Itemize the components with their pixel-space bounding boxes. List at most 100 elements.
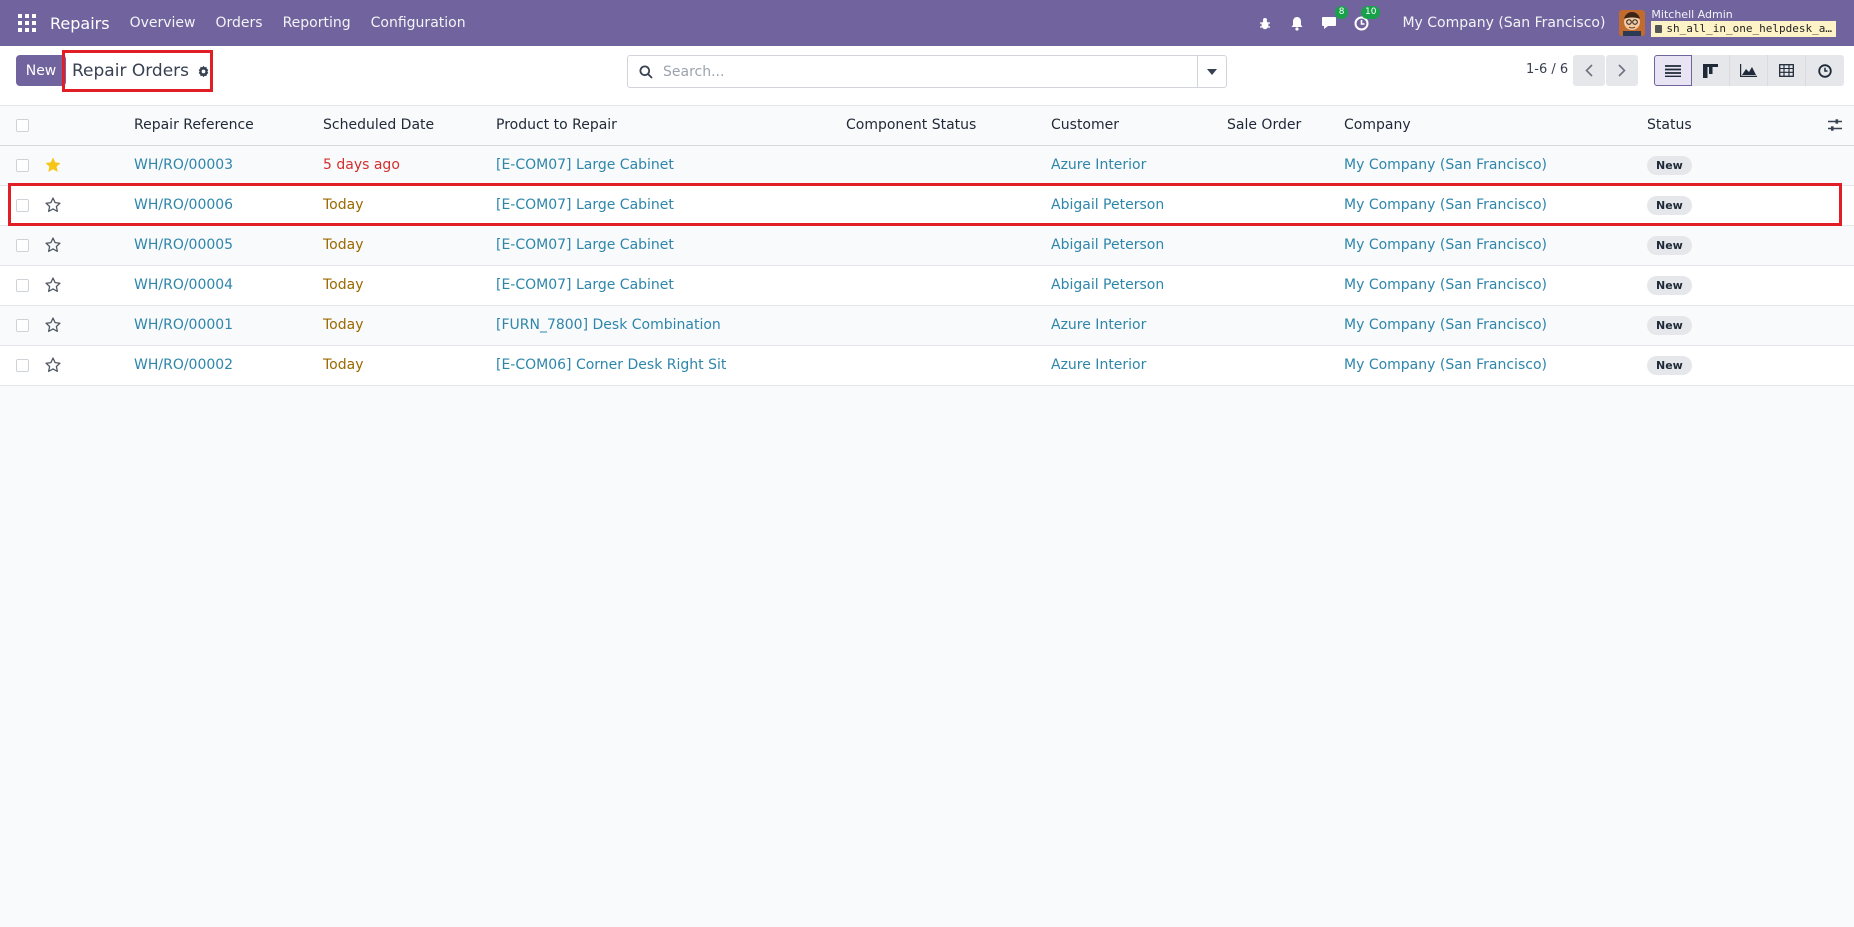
customer[interactable]: Abigail Peterson: [1051, 237, 1164, 253]
repair-reference[interactable]: WH/RO/00004: [134, 277, 233, 293]
star-outline-icon[interactable]: [44, 276, 62, 298]
row-checkbox[interactable]: [16, 239, 29, 252]
search-icon: [639, 65, 653, 79]
star-outline-icon[interactable]: [44, 236, 62, 258]
customer[interactable]: Azure Interior: [1051, 157, 1146, 173]
menu-item-configuration[interactable]: Configuration: [371, 15, 466, 31]
breadcrumb: Repair Orders: [62, 50, 213, 92]
scheduled-date: 5 days ago: [323, 157, 400, 173]
product-to-repair[interactable]: [E-COM06] Corner Desk Right Sit: [496, 357, 726, 373]
customer[interactable]: Azure Interior: [1051, 357, 1146, 373]
repair-reference[interactable]: WH/RO/00003: [134, 157, 233, 173]
company[interactable]: My Company (San Francisco): [1344, 197, 1547, 213]
repair-reference[interactable]: WH/RO/00006: [134, 197, 233, 213]
column-header-product-to-repair[interactable]: Product to Repair: [496, 117, 617, 133]
repair-reference[interactable]: WH/RO/00001: [134, 317, 233, 333]
row-checkbox[interactable]: [16, 319, 29, 332]
app-name[interactable]: Repairs: [50, 14, 110, 33]
column-header-customer[interactable]: Customer: [1051, 117, 1119, 133]
table-row[interactable]: WH/RO/00004 Today [E-COM07] Large Cabinet A…: [0, 266, 1854, 306]
customer[interactable]: Abigail Peterson: [1051, 277, 1164, 293]
company-switcher[interactable]: My Company (San Francisco): [1402, 15, 1605, 31]
table-row[interactable]: WH/RO/00003 5 days ago [E-COM07] Large Cab…: [0, 146, 1854, 186]
column-header-company[interactable]: Company: [1344, 117, 1411, 133]
user-menu[interactable]: Mitchell Admin sh_all_in_one_helpdesk_a…: [1651, 9, 1836, 37]
star-outline-icon[interactable]: [44, 196, 62, 218]
debug-bug-icon[interactable]: [1256, 14, 1274, 32]
area-chart-icon: [1740, 64, 1757, 77]
column-header-sale-order[interactable]: Sale Order: [1227, 117, 1301, 133]
row-checkbox[interactable]: [16, 359, 29, 372]
list-view-button[interactable]: [1654, 55, 1692, 86]
product-to-repair[interactable]: [E-COM07] Large Cabinet: [496, 237, 674, 253]
table-row[interactable]: WH/RO/00002 Today [E-COM06] Corner Desk Ri…: [0, 346, 1854, 386]
top-navbar: Repairs Overview Orders Reporting Config…: [0, 0, 1854, 46]
main-menu: Overview Orders Reporting Configuration: [130, 15, 486, 31]
notification-bell-icon[interactable]: [1288, 14, 1306, 32]
search-bar: [627, 55, 1227, 88]
row-checkbox[interactable]: [16, 279, 29, 292]
graph-view-button[interactable]: [1730, 55, 1768, 86]
column-header-repair-reference[interactable]: Repair Reference: [134, 117, 254, 133]
avatar[interactable]: [1619, 10, 1646, 36]
table-row[interactable]: WH/RO/00005 Today [E-COM07] Large Cabinet A…: [0, 226, 1854, 266]
list-icon: [1665, 64, 1681, 77]
company[interactable]: My Company (San Francisco): [1344, 157, 1547, 173]
search-options-toggle[interactable]: [1197, 56, 1226, 87]
activities-clock-icon[interactable]: 10: [1352, 6, 1381, 32]
table-row[interactable]: WH/RO/00001 Today [FURN_7800] Desk Combina…: [0, 306, 1854, 346]
status-badge: New: [1647, 316, 1692, 335]
activity-view-button[interactable]: [1806, 55, 1844, 86]
product-to-repair[interactable]: [E-COM07] Large Cabinet: [496, 157, 674, 173]
messages-icon[interactable]: 8: [1320, 6, 1349, 32]
column-header-component-status[interactable]: Component Status: [846, 117, 976, 133]
pivot-view-button[interactable]: [1768, 55, 1806, 86]
database-icon: [1655, 25, 1663, 33]
customer[interactable]: Abigail Peterson: [1051, 197, 1164, 213]
product-to-repair[interactable]: [E-COM07] Large Cabinet: [496, 277, 674, 293]
new-button[interactable]: New: [16, 55, 66, 86]
scheduled-date: Today: [323, 197, 364, 213]
app-menu-icon[interactable]: [18, 14, 36, 32]
gear-icon[interactable]: [197, 65, 210, 78]
scheduled-date: Today: [323, 237, 364, 253]
scheduled-date: Today: [323, 357, 364, 373]
company[interactable]: My Company (San Francisco): [1344, 237, 1547, 253]
company[interactable]: My Company (San Francisco): [1344, 357, 1547, 373]
column-header-status[interactable]: Status: [1647, 117, 1692, 133]
pager-previous-button[interactable]: [1573, 55, 1605, 86]
pager-next-button[interactable]: [1606, 55, 1638, 86]
star-outline-icon[interactable]: [44, 356, 62, 378]
status-badge: New: [1647, 236, 1692, 255]
menu-item-reporting[interactable]: Reporting: [283, 15, 351, 31]
repair-reference[interactable]: WH/RO/00005: [134, 237, 233, 253]
star-filled-icon[interactable]: [44, 156, 62, 178]
table-body: WH/RO/00003 5 days ago [E-COM07] Large Cab…: [0, 146, 1854, 386]
customer[interactable]: Azure Interior: [1051, 317, 1146, 333]
column-header-scheduled-date[interactable]: Scheduled Date: [323, 117, 434, 133]
repair-reference[interactable]: WH/RO/00002: [134, 357, 233, 373]
select-all-checkbox[interactable]: [16, 119, 29, 132]
company[interactable]: My Company (San Francisco): [1344, 277, 1547, 293]
product-to-repair[interactable]: [E-COM07] Large Cabinet: [496, 197, 674, 213]
company[interactable]: My Company (San Francisco): [1344, 317, 1547, 333]
status-badge: New: [1647, 276, 1692, 295]
database-name-chip: sh_all_in_one_helpdesk_a…: [1651, 21, 1836, 37]
view-switcher: [1654, 55, 1844, 86]
scheduled-date: Today: [323, 317, 364, 333]
row-checkbox[interactable]: [16, 159, 29, 172]
menu-item-orders[interactable]: Orders: [215, 15, 262, 31]
kanban-view-button[interactable]: [1692, 55, 1730, 86]
scheduled-date: Today: [323, 277, 364, 293]
table-row[interactable]: WH/RO/00006 Today [E-COM07] Large Cabinet A…: [0, 186, 1854, 226]
caret-down-icon: [1207, 68, 1217, 75]
row-checkbox[interactable]: [16, 199, 29, 212]
menu-item-overview[interactable]: Overview: [130, 15, 196, 31]
status-badge: New: [1647, 196, 1692, 215]
systray: 8 10 My Company (San Francisco) Mitchell…: [1256, 0, 1854, 46]
star-outline-icon[interactable]: [44, 316, 62, 338]
search-input[interactable]: [663, 57, 1197, 86]
column-settings-sliders-icon[interactable]: [1828, 117, 1842, 136]
product-to-repair[interactable]: [FURN_7800] Desk Combination: [496, 317, 721, 333]
pager-value[interactable]: 1-6 / 6: [1526, 62, 1568, 77]
